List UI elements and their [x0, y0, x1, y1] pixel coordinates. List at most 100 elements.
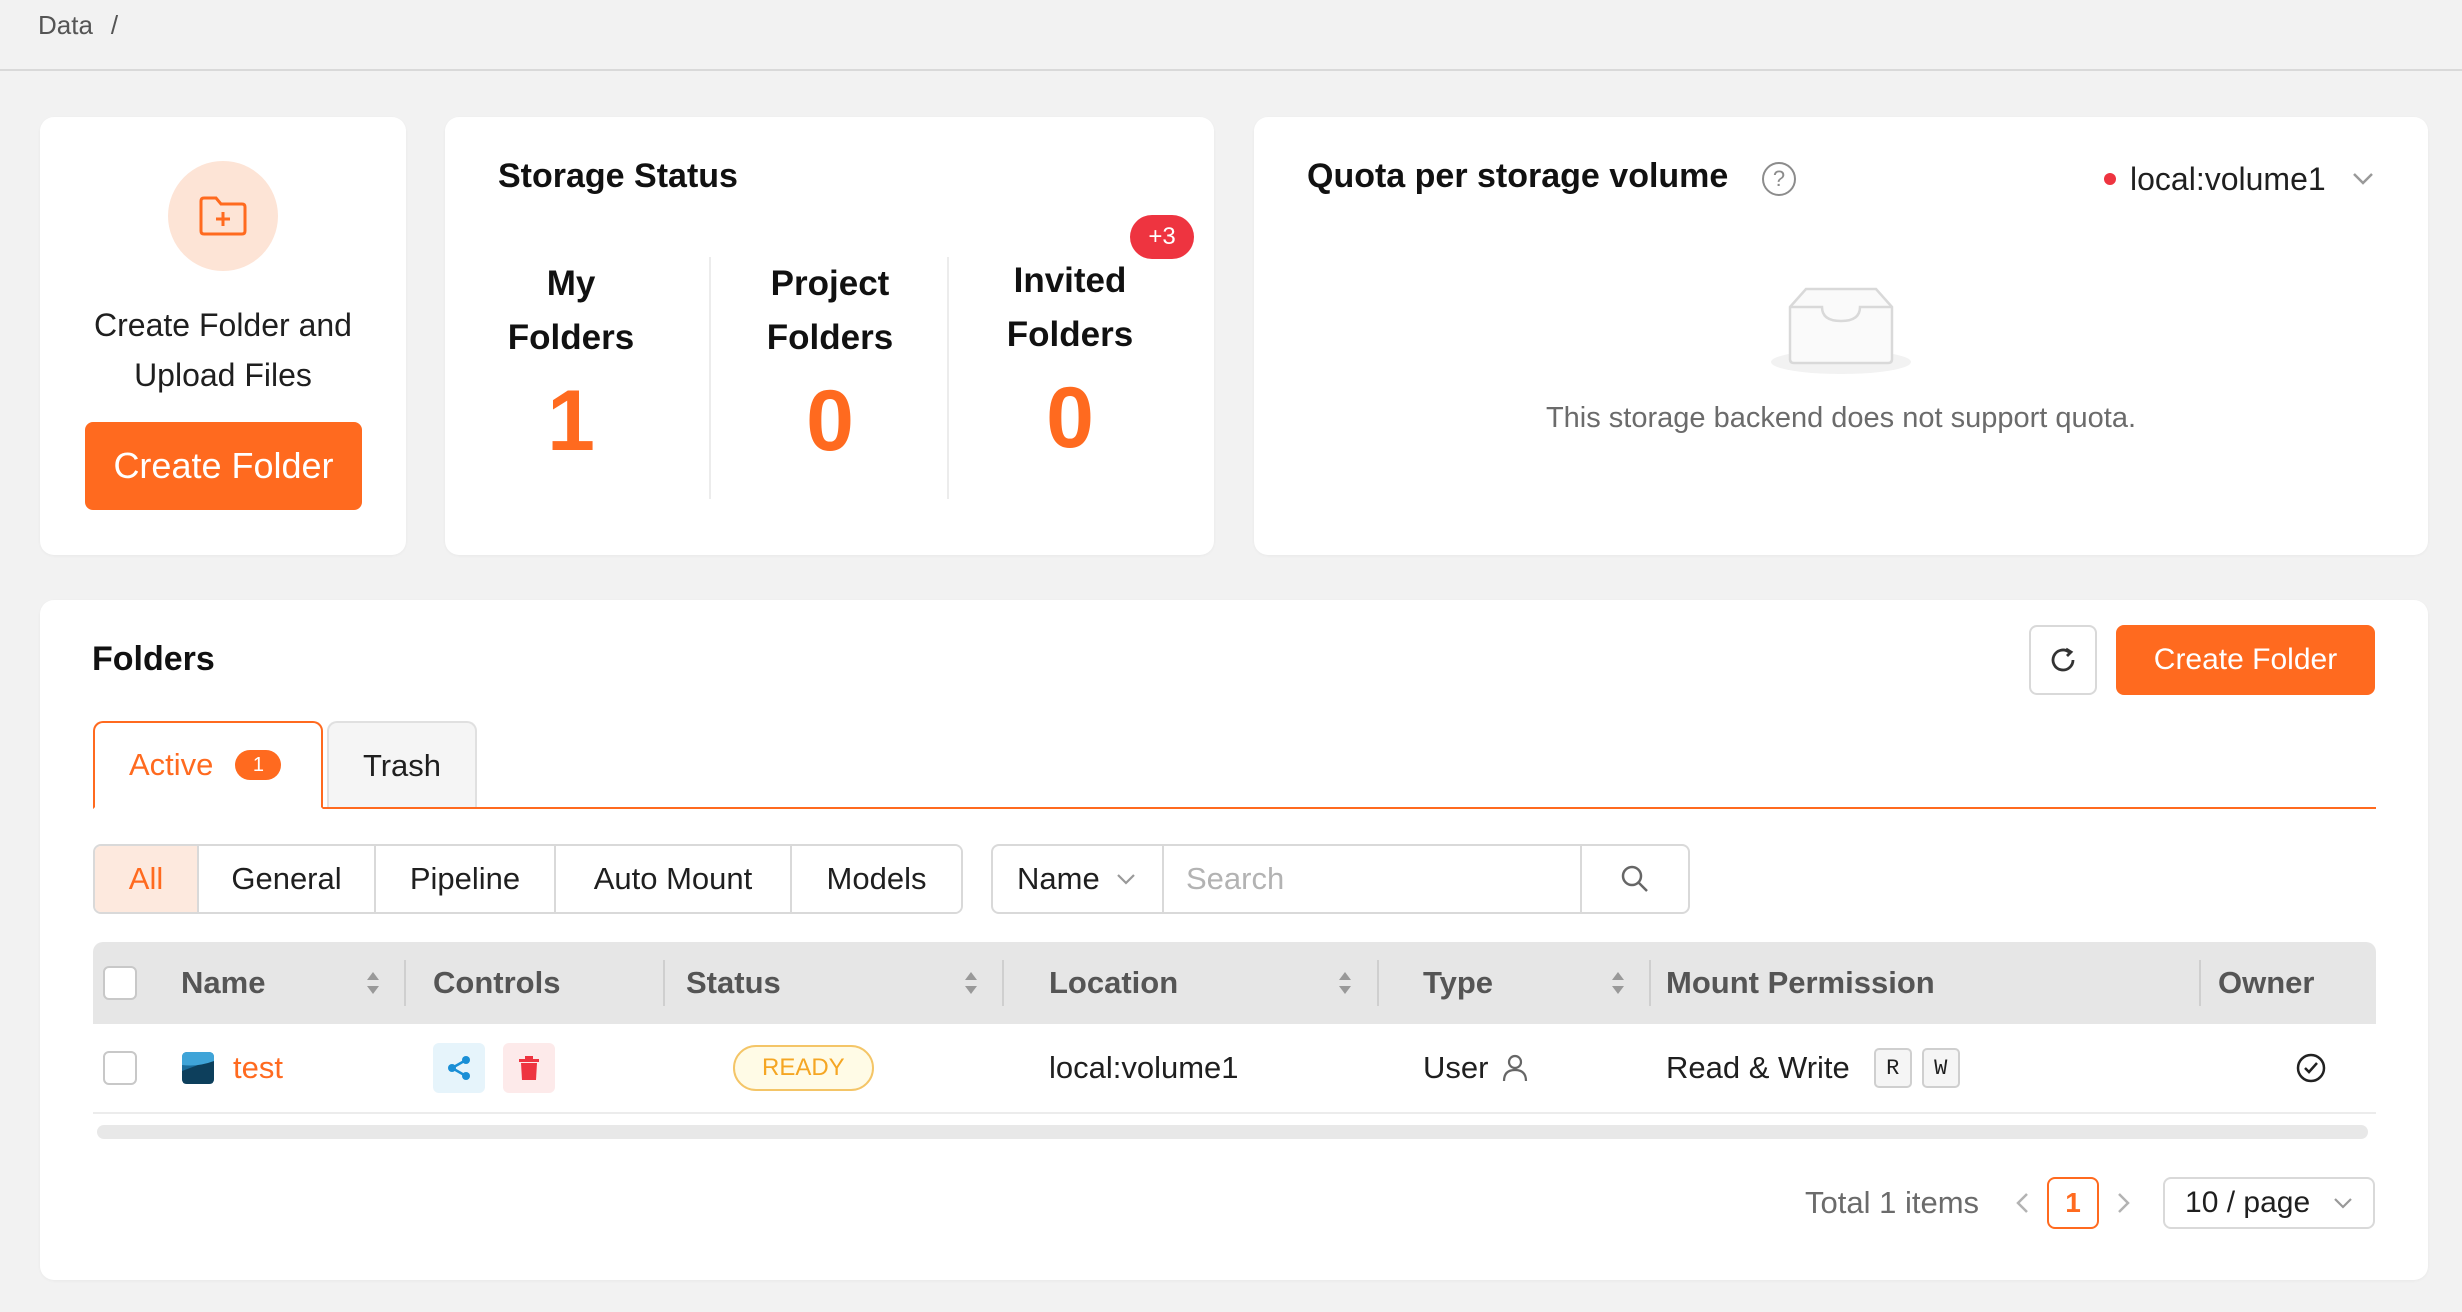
column-header-status-label: Status	[686, 965, 781, 1000]
create-folder-button[interactable]: Create Folder	[85, 422, 362, 510]
invited-folders-badge: +3	[1130, 215, 1194, 259]
search-field-value: Name	[1017, 861, 1100, 896]
folder-controls	[433, 1024, 555, 1112]
column-separator	[1377, 960, 1379, 1006]
column-header-owner: Owner	[2218, 942, 2368, 1024]
reload-icon	[2051, 647, 2075, 672]
tab-active-count-badge: 1	[235, 750, 282, 780]
folder-type-cell: User	[1423, 1024, 1528, 1112]
column-header-controls-label: Controls	[433, 965, 561, 1000]
permission-read-key: R	[1873, 1048, 1912, 1088]
tab-trash-label: Trash	[362, 748, 442, 783]
tab-trash[interactable]: Trash	[327, 721, 477, 809]
folder-add-icon	[168, 161, 278, 271]
create-folder-button-secondary[interactable]: Create Folder	[2116, 625, 2375, 695]
column-header-name[interactable]: Name	[181, 942, 404, 1024]
column-header-name-label: Name	[181, 965, 266, 1000]
folder-status-cell: READY	[733, 1024, 874, 1112]
pagination-current-page[interactable]: 1	[2047, 1177, 2100, 1229]
invited-folders-label1: Invited	[1013, 261, 1127, 300]
column-header-controls: Controls	[433, 942, 663, 1024]
column-separator	[1002, 960, 1004, 1006]
chevron-left-icon[interactable]	[2013, 1191, 2033, 1215]
sort-icon[interactable]	[364, 968, 382, 998]
trash-icon	[519, 1056, 539, 1080]
breadcrumb: Data /	[38, 10, 118, 41]
project-folders-label2: Folders	[766, 318, 894, 357]
folder-type-icon	[182, 1052, 214, 1084]
table-row: test READY local:volume1 User Read & Wri…	[93, 1024, 2376, 1114]
project-folders-count: 0	[806, 373, 854, 469]
chevron-down-icon	[1116, 874, 1135, 885]
inbox-icon	[1770, 287, 1912, 382]
sort-icon[interactable]	[1336, 968, 1354, 998]
quota-empty-message: This storage backend does not support qu…	[1545, 402, 2137, 434]
sort-icon[interactable]	[962, 968, 980, 998]
delete-button[interactable]	[503, 1043, 555, 1093]
filter-all[interactable]: All	[95, 846, 199, 912]
create-folder-card: Create Folder and Upload Files Create Fo…	[40, 117, 406, 555]
filter-general[interactable]: General	[199, 846, 376, 912]
create-text-line1: Create Folder and	[94, 307, 352, 343]
share-button[interactable]	[433, 1043, 485, 1093]
column-header-mount-permission: Mount Permission	[1666, 942, 2186, 1024]
owner-cell	[2295, 1024, 2327, 1112]
tab-active-label: Active	[129, 747, 214, 782]
folder-type-filter: All General Pipeline Auto Mount Models	[93, 844, 963, 914]
folder-name-link[interactable]: test	[233, 1050, 283, 1086]
breadcrumb-separator: /	[110, 10, 119, 40]
project-folders-label1: Project	[770, 264, 890, 303]
column-separator	[663, 960, 665, 1006]
volume-select[interactable]: local:volume1	[2104, 159, 2374, 199]
row-checkbox[interactable]	[103, 1051, 137, 1085]
question-circle-icon[interactable]: ?	[1762, 162, 1796, 196]
share-icon	[448, 1056, 470, 1080]
breadcrumb-item-data[interactable]: Data	[38, 10, 93, 41]
filter-pipeline[interactable]: Pipeline	[376, 846, 556, 912]
column-header-type[interactable]: Type	[1423, 942, 1649, 1024]
my-folders-label2: Folders	[507, 318, 635, 357]
page-size-value: 10 / page	[2185, 1186, 2311, 1219]
chevron-down-icon	[2352, 173, 2373, 185]
column-header-location[interactable]: Location	[1049, 942, 1376, 1024]
search-button[interactable]	[1582, 846, 1688, 912]
search-field-select[interactable]: Name	[993, 846, 1164, 912]
check-circle-icon	[2296, 1053, 2326, 1083]
volume-select-value: local:volume1	[2130, 160, 2326, 197]
status-badge: READY	[733, 1045, 874, 1091]
permission-write-key: W	[1921, 1048, 1960, 1088]
table-header: Name Controls Status Location Type Mount…	[93, 942, 2376, 1024]
chevron-right-icon[interactable]	[2113, 1191, 2133, 1215]
quota-card: Quota per storage volume ? local:volume1…	[1254, 117, 2428, 555]
invited-folders-stat[interactable]: Invited Folders 0	[950, 254, 1190, 484]
stat-divider	[947, 257, 949, 499]
search-input[interactable]	[1164, 846, 1582, 912]
create-text-line2: Upload Files	[134, 357, 312, 393]
storage-status-title: Storage Status	[498, 157, 738, 195]
column-header-type-label: Type	[1423, 965, 1494, 1000]
create-folder-description: Create Folder and Upload Files	[40, 300, 406, 400]
chevron-down-icon	[2334, 1198, 2352, 1209]
permission-label: Read & Write	[1666, 1050, 1850, 1085]
column-header-owner-label: Owner	[2218, 965, 2315, 1000]
my-folders-stat[interactable]: My Folders 1	[451, 257, 691, 487]
column-separator	[404, 960, 406, 1006]
tab-active[interactable]: Active 1	[93, 721, 323, 809]
folder-type-label: User	[1423, 1050, 1489, 1085]
folder-location: local:volume1	[1049, 1050, 1239, 1085]
horizontal-scrollbar[interactable]	[97, 1125, 2368, 1139]
filter-models[interactable]: Models	[792, 846, 961, 912]
refresh-button[interactable]	[2029, 625, 2097, 695]
sort-icon[interactable]	[1609, 968, 1627, 998]
my-folders-count: 1	[547, 373, 595, 469]
select-all-checkbox[interactable]	[103, 966, 137, 1000]
page-size-select[interactable]: 10 / page	[2163, 1177, 2376, 1229]
folder-tabs: Active 1 Trash	[93, 721, 481, 809]
column-header-status[interactable]: Status	[686, 942, 1002, 1024]
folders-title: Folders	[92, 640, 215, 678]
project-folders-stat[interactable]: Project Folders 0	[710, 257, 950, 487]
storage-status-card: Storage Status My Folders 1 Project Fold…	[445, 117, 1214, 555]
pagination: Total 1 items 1 10 / page	[1805, 1173, 2376, 1233]
filter-auto-mount[interactable]: Auto Mount	[556, 846, 792, 912]
my-folders-label1: My	[546, 264, 596, 303]
